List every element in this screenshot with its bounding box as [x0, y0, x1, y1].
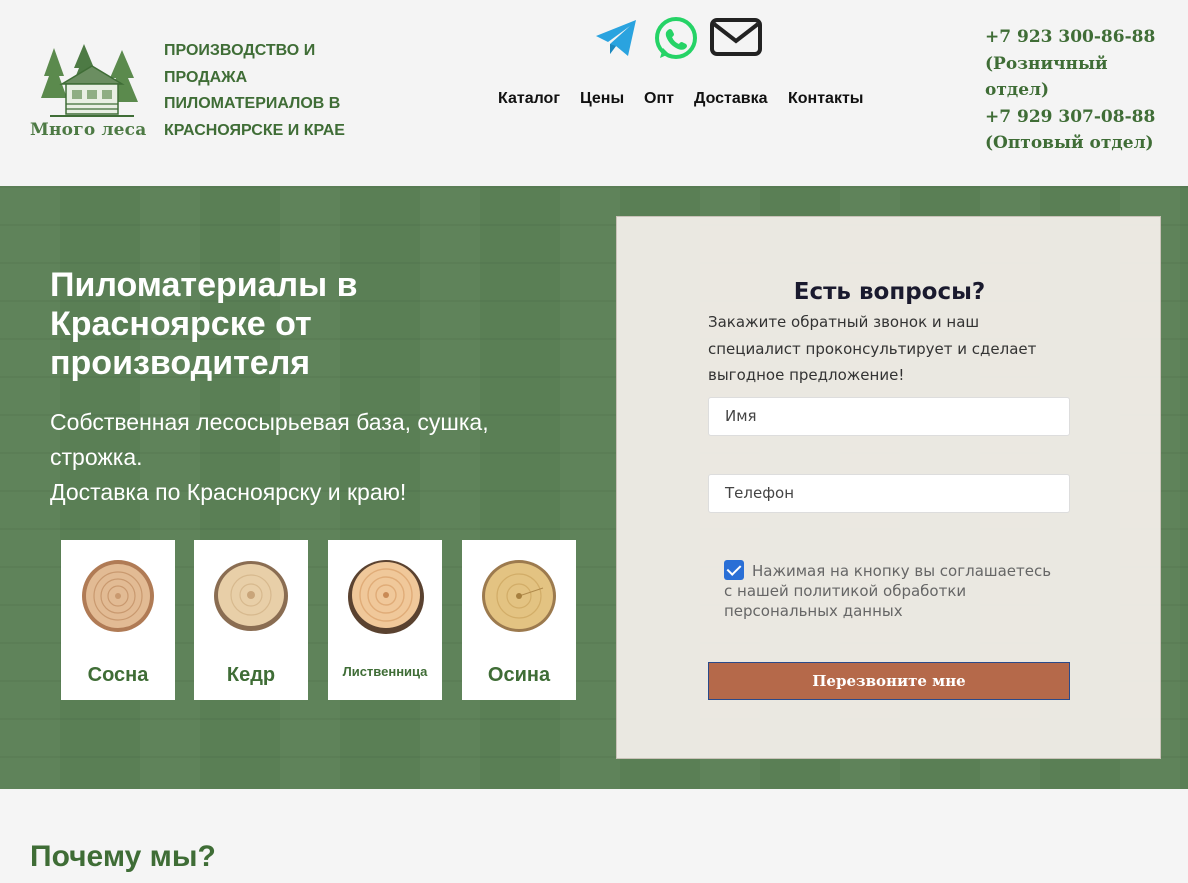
- phone-note: (Розничный: [985, 53, 1108, 74]
- wood-card-label: Лиственница: [342, 664, 428, 679]
- nav-contacts[interactable]: Контакты: [788, 90, 863, 108]
- whatsapp-icon: [655, 17, 697, 59]
- phone-note: отдел): [985, 80, 1050, 100]
- forest-house-logo-icon: [41, 44, 138, 117]
- nav-catalog[interactable]: Каталог: [498, 90, 560, 108]
- hero-title: Пиломатериалы в Красноярске от производи…: [50, 266, 358, 382]
- retail-phone[interactable]: +7 923 300-86-88: [985, 24, 1175, 51]
- company-tagline: ПРОИЗВОДСТВО И ПРОДАЖА ПИЛОМАТЕРИАЛОВ В …: [164, 38, 364, 144]
- larch-wood-slice-icon: [348, 560, 424, 634]
- tagline-line: ПРОДАЖА: [164, 68, 248, 86]
- nav-delivery[interactable]: Доставка: [694, 90, 768, 108]
- tagline-line: ПИЛОМАТЕРИАЛОВ В: [164, 95, 341, 112]
- email-icon: [710, 18, 762, 56]
- form-description: Закажите обратный звонок и наш специалис…: [708, 313, 1037, 384]
- wood-card-label: Кедр: [226, 664, 276, 686]
- telegram-icon: [596, 20, 636, 56]
- phone-contacts: +7 923 300-86-88 (Розничный отдел) +7 92…: [985, 24, 1175, 157]
- aspen-wood-slice-icon: [482, 560, 556, 632]
- consent-block: Нажимая на кнопку вы соглашаетесь с наше…: [724, 560, 1064, 621]
- pine-wood-slice-icon: [82, 560, 154, 632]
- logo-text: Много леса: [30, 120, 147, 140]
- name-input[interactable]: Имя: [708, 397, 1070, 436]
- consent-text: Нажимая на кнопку вы соглашаетесь с наше…: [724, 562, 1052, 620]
- whatsapp-link[interactable]: [654, 16, 698, 62]
- hero-section: Пиломатериалы в Красноярске от производи…: [0, 186, 1188, 789]
- phone-input[interactable]: Телефон: [708, 474, 1070, 513]
- hero-subtitle: Собственная лесосырьевая база, сушка, ст…: [50, 405, 550, 510]
- wood-card-label: Сосна: [87, 664, 149, 686]
- wood-card-aspen[interactable]: Осина: [462, 540, 576, 700]
- nav-prices[interactable]: Цены: [580, 90, 624, 108]
- nav-wholesale[interactable]: Опт: [644, 90, 674, 108]
- site-header: Много леса ПРОИЗВОДСТВО И ПРОДАЖА ПИЛОМА…: [0, 0, 1188, 186]
- tagline-line: ПРОИЗВОДСТВО И: [164, 42, 316, 59]
- wood-card-larch[interactable]: Лиственница: [328, 540, 442, 700]
- hero-subtitle-line: Доставка по Красноярску и краю!: [50, 479, 407, 505]
- hero-subtitle-line: Собственная лесосырьевая база, сушка, ст…: [50, 409, 489, 470]
- callback-form: Есть вопросы? Закажите обратный звонок и…: [616, 216, 1161, 759]
- wood-card-cedar[interactable]: Кедр: [194, 540, 308, 700]
- form-title: Есть вопросы?: [793, 279, 986, 305]
- phone-note: (Оптовый отдел): [985, 133, 1154, 153]
- why-us-title: Почему мы?: [30, 840, 216, 873]
- wood-card-pine[interactable]: Сосна: [61, 540, 175, 700]
- cedar-wood-slice-icon: [214, 561, 288, 631]
- social-links: [594, 16, 764, 62]
- callback-submit-button[interactable]: Перезвоните мне: [708, 662, 1070, 700]
- wood-card-label: Осина: [487, 664, 551, 686]
- telegram-link[interactable]: [594, 16, 638, 62]
- consent-checkbox[interactable]: [724, 560, 744, 580]
- email-link[interactable]: [710, 16, 762, 62]
- logo[interactable]: Много леса: [30, 42, 146, 142]
- tagline-line: КРАСНОЯРСКЕ И КРАЕ: [164, 121, 345, 139]
- wholesale-phone[interactable]: +7 929 307-08-88: [985, 104, 1175, 131]
